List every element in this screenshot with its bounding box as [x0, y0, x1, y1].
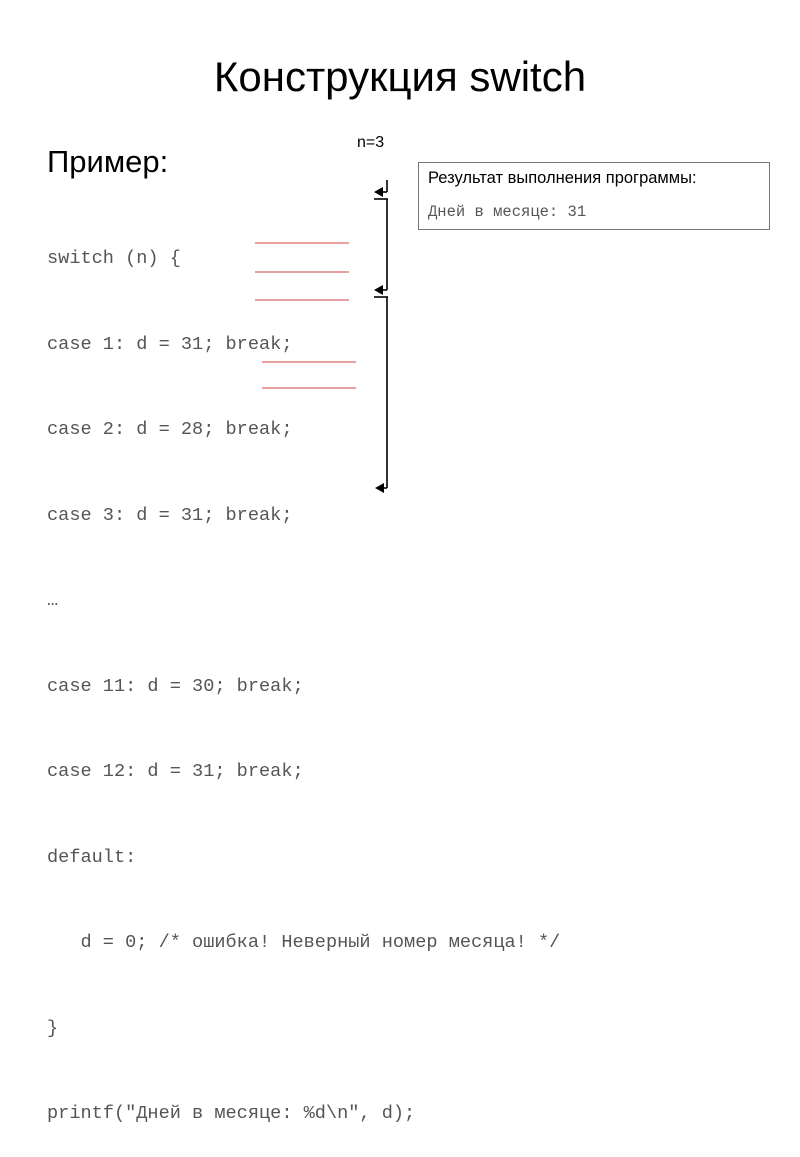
- code-line: printf("Дней в месяце: %d\n", d);: [47, 1103, 416, 1124]
- arrow-left-icon: [374, 285, 383, 295]
- flow-annotations: [255, 180, 388, 493]
- code-line: case 11: d = 30; break;: [47, 675, 304, 697]
- break-highlights: [255, 242, 356, 389]
- execution-flow: [374, 180, 388, 489]
- code-line: }: [47, 1017, 59, 1039]
- code-line: default:: [47, 846, 137, 868]
- arrowheads: [374, 187, 384, 493]
- code-line: d = 0; /* ошибка! Неверный номер месяца!…: [47, 932, 561, 953]
- arrow-left-icon: [374, 187, 383, 197]
- arrow-left-icon: [375, 483, 384, 493]
- code-line: case 12: d = 31; break;: [47, 761, 304, 782]
